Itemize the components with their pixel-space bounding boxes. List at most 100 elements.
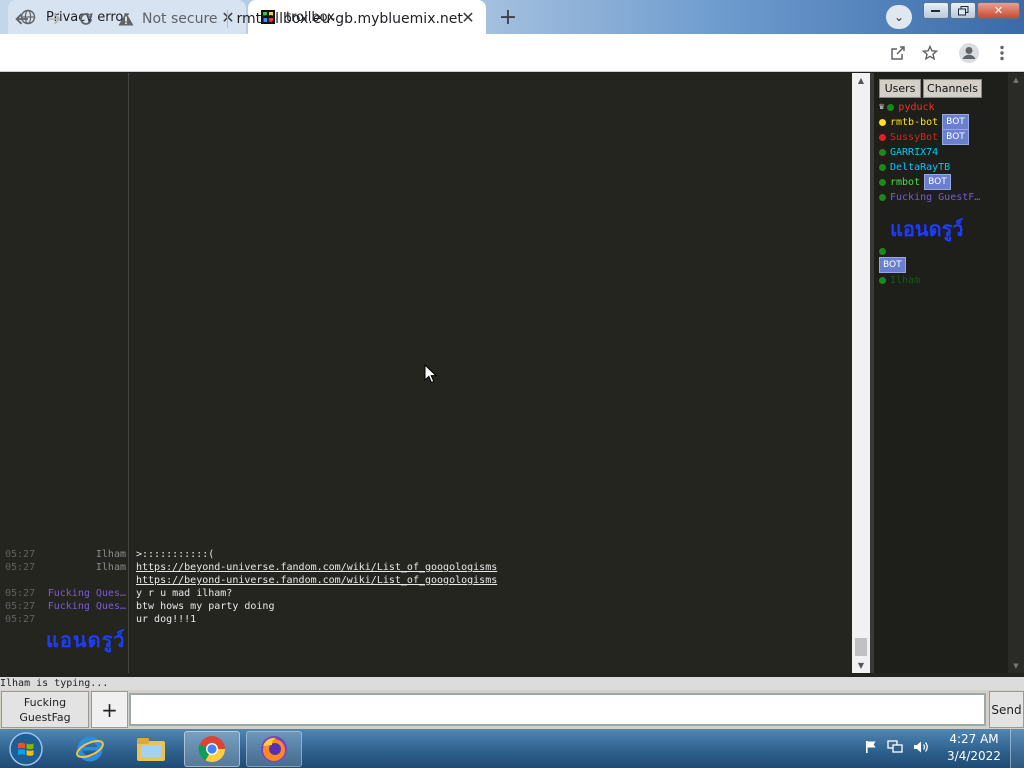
clock-time: 4:27 AM bbox=[949, 732, 999, 746]
message-nick[interactable]: Ilham bbox=[40, 561, 126, 574]
tab-search-button[interactable]: ⌄ bbox=[886, 5, 912, 29]
online-status-dot-icon bbox=[879, 118, 886, 126]
network-icon[interactable] bbox=[887, 740, 903, 758]
action-center-flag-icon[interactable] bbox=[865, 740, 877, 758]
users-tab-button[interactable]: Users bbox=[879, 79, 921, 98]
volume-icon[interactable] bbox=[913, 740, 929, 758]
user-list-scrollbar[interactable]: ▲ ▼ bbox=[1008, 73, 1024, 673]
user-list-item[interactable] bbox=[879, 244, 890, 258]
user-list-item[interactable]: SussyBot BOT bbox=[879, 129, 969, 145]
share-icon[interactable] bbox=[885, 40, 911, 66]
taskbar-clock[interactable]: 4:27 AM 3/4/2022 bbox=[944, 731, 1004, 767]
chat-message: 05:27 Ilham >:::::::::::( bbox=[0, 548, 852, 561]
user-list-item[interactable]: ♛ pyduck bbox=[879, 100, 935, 114]
nickname-button[interactable]: Fucking GuestFag bbox=[1, 691, 89, 728]
channels-tab-button[interactable]: Channels bbox=[923, 79, 982, 98]
user-name: Fucking GuestF… bbox=[890, 191, 981, 203]
firefox-taskbar-button[interactable] bbox=[246, 731, 302, 767]
user-name: DeltaRayTB bbox=[890, 161, 951, 173]
browser-menu-icon[interactable] bbox=[989, 40, 1015, 66]
message-text: ur dog!!!1 bbox=[136, 614, 197, 625]
message-text: btw hows my party doing bbox=[136, 601, 275, 612]
scroll-down-arrow-icon[interactable]: ▼ bbox=[852, 658, 870, 673]
add-attachment-button[interactable]: + bbox=[91, 691, 128, 728]
message-nick[interactable]: Fucking Ques… bbox=[40, 587, 126, 600]
chrome-icon bbox=[198, 736, 226, 763]
online-status-dot-icon bbox=[879, 148, 886, 156]
message-time: 05:27 bbox=[5, 562, 36, 573]
close-window-button[interactable]: ✕ bbox=[977, 2, 1020, 19]
internet-explorer-icon bbox=[76, 736, 104, 762]
message-nick[interactable]: Ilham bbox=[40, 548, 126, 561]
chat-message: https://beyond-universe.fandom.com/wiki/… bbox=[0, 574, 852, 587]
online-status-dot-icon bbox=[879, 247, 886, 255]
chat-message: 05:27 ur dog!!!1 bbox=[0, 613, 852, 626]
user-list-item[interactable]: rmtb-bot BOT bbox=[879, 114, 969, 130]
firefox-icon bbox=[261, 736, 287, 762]
message-nick[interactable]: Fucking Ques… bbox=[40, 600, 126, 613]
user-list-item[interactable]: Ilham bbox=[879, 273, 920, 287]
user-list-item[interactable]: DeltaRayTB bbox=[879, 160, 950, 174]
bookmark-star-icon[interactable] bbox=[917, 40, 943, 66]
back-button[interactable] bbox=[8, 5, 36, 33]
bot-badge: BOT bbox=[942, 129, 969, 145]
typing-indicator: Ilham is typing... bbox=[0, 677, 1024, 690]
profile-avatar-icon[interactable] bbox=[956, 40, 982, 66]
online-status-dot-icon bbox=[879, 163, 886, 171]
system-tray bbox=[865, 733, 945, 765]
bot-badge: BOT bbox=[942, 114, 969, 130]
user-name: GARRIX74 bbox=[890, 146, 939, 158]
online-status-dot-icon bbox=[879, 276, 886, 284]
message-link[interactable]: https://beyond-universe.fandom.com/wiki/… bbox=[136, 574, 497, 587]
address-divider bbox=[226, 10, 228, 28]
user-name: pyduck bbox=[898, 101, 935, 113]
warning-icon[interactable] bbox=[118, 12, 134, 26]
crown-icon: ♛ bbox=[879, 102, 885, 112]
message-time: 05:27 bbox=[5, 614, 36, 625]
scrollbar-thumb[interactable] bbox=[855, 638, 867, 656]
big-username-entry[interactable]: แอนดรูว์ bbox=[890, 213, 964, 245]
scroll-up-arrow-icon[interactable]: ▲ bbox=[852, 73, 870, 88]
user-list-item[interactable]: GARRIX74 bbox=[879, 145, 938, 159]
clock-date: 3/4/2022 bbox=[947, 749, 1001, 763]
minimize-window-button[interactable] bbox=[923, 2, 949, 19]
big-username-message: แอนดรูว์ bbox=[46, 628, 126, 652]
online-status-dot-icon bbox=[879, 133, 886, 141]
message-text: >:::::::::::( bbox=[136, 549, 215, 560]
user-list-item[interactable]: rmbot BOT bbox=[879, 174, 951, 190]
show-desktop-button[interactable] bbox=[1010, 729, 1024, 768]
send-button[interactable]: Send bbox=[989, 691, 1024, 728]
chat-message: 05:27 Fucking Ques… btw hows my party doin… bbox=[0, 600, 852, 613]
user-name: SussyBot bbox=[890, 131, 939, 143]
url-text[interactable]: rmtrollbox.eu-gb.mybluemix.net bbox=[237, 11, 463, 27]
bot-badge: BOT bbox=[924, 174, 951, 190]
online-status-dot-icon bbox=[879, 178, 886, 186]
scroll-up-arrow-icon[interactable]: ▲ bbox=[1008, 73, 1024, 87]
chat-message: 05:27 Fucking Ques… y r u mad ilham? bbox=[0, 587, 852, 600]
online-status-dot-icon bbox=[887, 103, 895, 111]
user-name: rmtb-bot bbox=[890, 116, 939, 128]
file-explorer-taskbar-button[interactable] bbox=[123, 731, 179, 767]
online-status-dot-icon bbox=[879, 193, 886, 201]
start-button[interactable] bbox=[3, 730, 49, 768]
browser-toolbar bbox=[0, 34, 1024, 72]
chat-scrollbar[interactable]: ▲ ▼ bbox=[852, 73, 870, 673]
reload-button[interactable] bbox=[72, 5, 100, 33]
address-bar[interactable]: Not secure rmtrollbox.eu-gb.mybluemix.ne… bbox=[108, 4, 884, 34]
user-name: Ilham bbox=[890, 274, 921, 286]
scroll-down-arrow-icon[interactable]: ▼ bbox=[1008, 659, 1024, 673]
user-list-item[interactable]: BOT bbox=[879, 257, 906, 273]
message-link[interactable]: https://beyond-universe.fandom.com/wiki/… bbox=[136, 561, 497, 574]
security-label[interactable]: Not secure bbox=[142, 11, 218, 27]
bot-badge: BOT bbox=[879, 257, 906, 273]
message-time: 05:27 bbox=[5, 601, 36, 612]
restore-window-button[interactable] bbox=[950, 2, 976, 19]
message-input[interactable] bbox=[129, 693, 986, 726]
user-list-item[interactable]: Fucking GuestF… bbox=[879, 190, 980, 204]
chrome-taskbar-button[interactable] bbox=[184, 731, 240, 767]
user-name: rmbot bbox=[890, 176, 921, 188]
chat-message: 05:27 Ilham https://beyond-universe.fandom… bbox=[0, 561, 852, 574]
internet-explorer-taskbar-button[interactable] bbox=[62, 731, 118, 767]
message-time: 05:27 bbox=[5, 588, 36, 599]
forward-button[interactable] bbox=[40, 5, 68, 33]
